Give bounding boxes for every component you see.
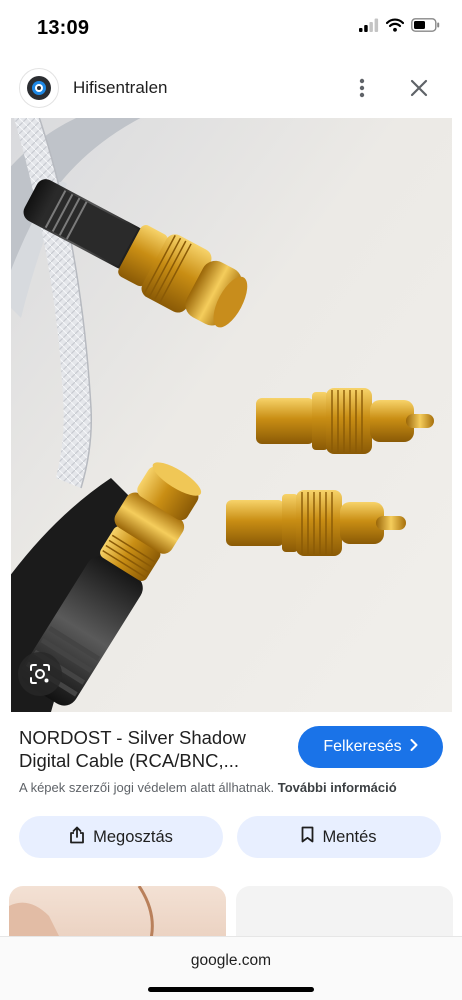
browser-url-bar: google.com	[0, 936, 462, 1000]
bookmark-icon	[301, 826, 314, 848]
save-button[interactable]: Mentés	[237, 816, 441, 858]
status-icons	[359, 18, 440, 37]
source-header: Hifisentralen	[0, 62, 462, 114]
cellular-signal-icon	[359, 18, 379, 37]
more-info-link[interactable]: További információ	[278, 780, 397, 795]
battery-icon	[411, 18, 440, 37]
visit-button-label: Felkeresés	[323, 738, 402, 755]
copyright-notice: A képek szerzői jogi védelem alatt állha…	[19, 780, 397, 795]
url-text[interactable]: google.com	[0, 952, 462, 970]
close-icon[interactable]	[404, 74, 434, 102]
site-name[interactable]: Hifisentralen	[73, 78, 168, 98]
status-bar: 13:09	[0, 0, 462, 58]
visit-button[interactable]: Felkeresés	[298, 726, 443, 768]
copyright-text: A képek szerzői jogi védelem alatt állha…	[19, 780, 275, 795]
chevron-right-icon	[410, 738, 418, 756]
share-label: Megosztás	[93, 827, 173, 846]
wifi-icon	[385, 18, 405, 37]
result-title-line-2[interactable]: Digital Cable (RCA/BNC,...	[19, 749, 289, 772]
more-vert-icon[interactable]	[349, 74, 375, 102]
result-image[interactable]	[11, 118, 452, 712]
save-label: Mentés	[322, 827, 377, 846]
result-title-line-1[interactable]: NORDOST - Silver Shadow	[19, 726, 289, 749]
share-button[interactable]: Megosztás	[19, 816, 223, 858]
share-icon	[69, 826, 85, 849]
site-logo-icon[interactable]	[19, 68, 59, 108]
result-title[interactable]: NORDOST - Silver Shadow Digital Cable (R…	[19, 726, 289, 772]
home-indicator[interactable]	[148, 987, 314, 992]
status-time: 13:09	[37, 17, 90, 39]
google-lens-icon[interactable]	[18, 652, 62, 696]
